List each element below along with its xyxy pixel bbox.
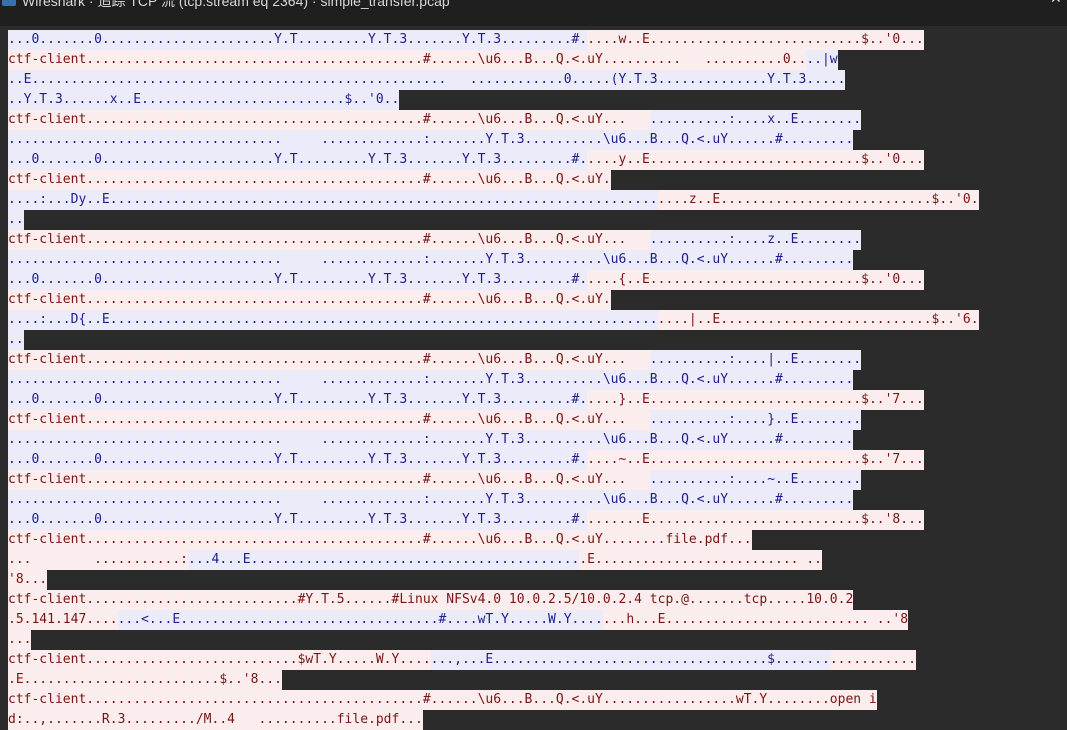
server-data-segment: ................................... ....…: [8, 250, 854, 270]
server-data-segment: ................................... ....…: [8, 370, 854, 390]
minimize-button[interactable]: —: [1005, 0, 1019, 7]
server-data-segment: ...0.......0......................Y.T...…: [8, 390, 588, 410]
server-data-segment: ....:...D{..E...........................…: [8, 310, 658, 330]
stream-line: ..: [8, 330, 1063, 350]
close-button[interactable]: ✕: [1050, 0, 1062, 7]
client-data-segment: ...: [8, 630, 32, 650]
server-data-segment: ..|w: [806, 50, 838, 70]
stream-line: d:..,.......R.3........./M..4 ..........…: [8, 710, 1063, 730]
server-data-segment: ..E.....................................…: [8, 70, 846, 90]
client-data-segment: ....z..E...........................$..'0…: [657, 190, 979, 210]
stream-line: ctf-client..............................…: [8, 530, 1063, 550]
server-data-segment: ...0.......0......................Y.T...…: [8, 270, 588, 290]
stream-line: ctf-client..............................…: [8, 350, 1063, 370]
stream-line: ctf-client..............................…: [8, 410, 1063, 430]
stream-line: ctf-client..............................…: [8, 230, 1063, 250]
client-data-segment: ctf-client..............................…: [8, 290, 611, 310]
client-data-segment: ....w..E...........................$..'0…: [587, 30, 924, 50]
stream-line: .5.141.147.......<...E..................…: [8, 610, 1063, 630]
stream-line: ctf-client..............................…: [8, 170, 1063, 190]
stream-line: ...0.......0......................Y.T...…: [8, 390, 1063, 410]
client-data-segment: ctf-client..............................…: [8, 170, 611, 190]
server-data-segment: ..........:....~..E........: [649, 470, 862, 490]
server-data-segment: ...<...E................................…: [117, 610, 603, 630]
server-data-segment: ................................... ....…: [8, 130, 854, 150]
server-data-segment: ..........:....|..E........: [649, 350, 862, 370]
client-data-segment: ctf-client..............................…: [8, 410, 650, 430]
client-data-segment: ctf-client..............................…: [8, 230, 650, 250]
stream-line: ..: [8, 210, 1063, 230]
stream-line: ................................... ....…: [8, 430, 1063, 450]
server-data-segment: ................................... ....…: [8, 430, 854, 450]
stream-line: ................................... ....…: [8, 130, 1063, 150]
stream-line: ... ...........:...4...E................…: [8, 550, 1063, 570]
client-data-segment: ctf-client..............................…: [8, 110, 650, 130]
client-data-segment: '8...: [8, 570, 48, 590]
client-data-segment: .5.141.147....: [8, 610, 118, 630]
server-data-segment: ...,...E................................…: [430, 650, 830, 670]
window-titlebar: Wireshark · 追踪 TCP 流 (tcp.stream eq 2364…: [0, 0, 1067, 26]
stream-line: ...0.......0......................Y.T...…: [8, 30, 1063, 50]
window-title: Wireshark · 追踪 TCP 流 (tcp.stream eq 2364…: [22, 0, 450, 9]
client-data-segment: ...........: [829, 650, 916, 670]
server-data-segment: ..Y.T.3......x..E.......................…: [8, 90, 400, 110]
stream-line: ctf-client..............................…: [8, 470, 1063, 490]
server-data-segment: ...4...E................................…: [188, 550, 580, 570]
client-data-segment: ... ...........:: [8, 550, 189, 570]
server-data-segment: ................................... ....…: [8, 490, 854, 510]
server-data-segment: ..........:....z..E........: [649, 230, 862, 250]
server-data-segment: ....:...Dy..E...........................…: [8, 190, 658, 210]
stream-line: ....:...Dy..E...........................…: [8, 190, 1063, 210]
stream-line: ctf-client...........................#Y.…: [8, 590, 1063, 610]
server-data-segment: ..: [8, 210, 24, 230]
stream-line: ................................... ....…: [8, 250, 1063, 270]
client-data-segment: ctf-client...........................#Y.…: [8, 590, 854, 610]
client-data-segment: ctf-client..............................…: [8, 470, 650, 490]
stream-line: ...0.......0......................Y.T...…: [8, 450, 1063, 470]
server-data-segment: ...0.......0......................Y.T...…: [8, 450, 588, 470]
server-data-segment: ...0.......0......................Y.T...…: [8, 30, 588, 50]
stream-line: ctf-client...........................$wT…: [8, 650, 1063, 670]
stream-line: ctf-client..............................…: [8, 110, 1063, 130]
client-data-segment: ....y..E...........................$..'0…: [587, 150, 924, 170]
tcp-stream-content[interactable]: ...0.......0......................Y.T...…: [8, 30, 1063, 730]
client-data-segment: ctf-client..............................…: [8, 690, 877, 710]
wireshark-icon: [2, 0, 16, 6]
stream-line: '8...: [8, 570, 1063, 590]
server-data-segment: ...0.......0......................Y.T...…: [8, 510, 588, 530]
client-data-segment: ctf-client..............................…: [8, 530, 752, 550]
stream-line: ..Y.T.3......x..E.......................…: [8, 90, 1063, 110]
stream-line: .E.........................$..'8...: [8, 670, 1063, 690]
server-data-segment: ...0.......0......................Y.T...…: [8, 150, 588, 170]
stream-line: ...: [8, 630, 1063, 650]
stream-line: ................................... ....…: [8, 490, 1063, 510]
stream-line: ctf-client..............................…: [8, 290, 1063, 310]
stream-line: ...0.......0......................Y.T...…: [8, 150, 1063, 170]
client-data-segment: ....}..E...........................$..'7…: [587, 390, 924, 410]
stream-line: ....:...D{..E...........................…: [8, 310, 1063, 330]
client-data-segment: .E.........................$..'8...: [8, 670, 282, 690]
server-data-segment: ..........:....x..E........: [649, 110, 862, 130]
server-data-segment: ..........:....}..E........: [649, 410, 862, 430]
client-data-segment: ....|..E...........................$..'6…: [657, 310, 979, 330]
client-data-segment: d:..,.......R.3........./M..4 ..........…: [8, 710, 423, 730]
client-data-segment: ctf-client...........................$wT…: [8, 650, 431, 670]
client-data-segment: .......E...........................$..'8…: [587, 510, 924, 530]
stream-line: ctf-client..............................…: [8, 50, 1063, 70]
server-data-segment: ..: [8, 330, 24, 350]
stream-line: ................................... ....…: [8, 370, 1063, 390]
stream-line: ...0.......0......................Y.T...…: [8, 270, 1063, 290]
stream-line: ..E.....................................…: [8, 70, 1063, 90]
client-data-segment: ctf-client..............................…: [8, 350, 650, 370]
stream-line: ...0.......0......................Y.T...…: [8, 510, 1063, 530]
client-data-segment: .E.......................... ..: [579, 550, 822, 570]
stream-line: ctf-client..............................…: [8, 690, 1063, 710]
client-data-segment: ....{..E...........................$..'0…: [587, 270, 924, 290]
client-data-segment: ...h...E.......................... ..'8: [602, 610, 909, 630]
client-data-segment: ....~..E...........................$..'7…: [587, 450, 924, 470]
client-data-segment: ctf-client..............................…: [8, 50, 807, 70]
